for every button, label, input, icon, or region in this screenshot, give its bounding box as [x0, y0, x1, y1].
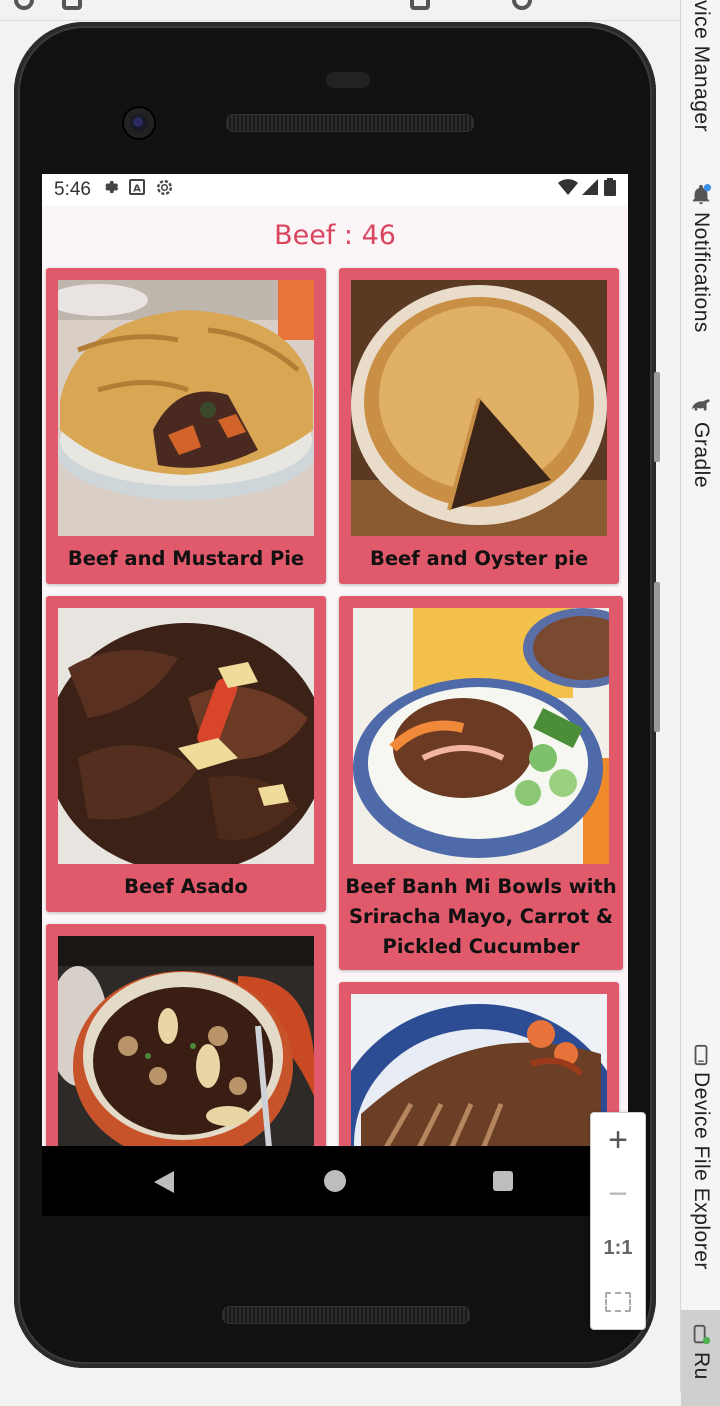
status-time: 5:46 [54, 179, 91, 200]
svg-text:A: A [133, 184, 141, 195]
top-slot [326, 72, 370, 88]
app-screen: 5:46 A Beef : 46 Beef and Mustard Pie Be… [42, 174, 628, 1146]
casserole-photo [58, 936, 314, 1146]
notifications-tab[interactable]: Notifications [681, 184, 720, 333]
gradle-tab[interactable]: Gradle [681, 394, 720, 488]
phone-icon [694, 1044, 708, 1066]
actual-size-button[interactable]: 1:1 [591, 1221, 645, 1275]
ide-tool-window-bar: vice Manager Notifications Gradle Device… [680, 0, 720, 1406]
android-nav-bar [42, 1146, 628, 1216]
bottom-speaker [222, 1306, 470, 1324]
front-camera-icon [124, 108, 154, 138]
signal-icon [582, 179, 600, 201]
gradle-icon [691, 399, 710, 411]
meal-card[interactable]: Beef Asado [46, 596, 326, 912]
recents-icon[interactable] [493, 1171, 513, 1191]
emulator-toolbar [0, 0, 680, 21]
power-icon[interactable] [14, 0, 34, 10]
pie-slice-photo [351, 280, 607, 536]
a-icon: A [128, 179, 145, 201]
wifi-icon [558, 179, 578, 201]
device-file-explorer-label: Device File Explorer [690, 1072, 713, 1270]
meal-card[interactable]: Beef and Mustard Pie [46, 268, 326, 584]
meal-card[interactable] [46, 924, 326, 1146]
earpiece-speaker [226, 114, 474, 132]
battery-icon [604, 178, 616, 202]
zoom-in-button[interactable]: + [591, 1113, 645, 1167]
volume-icon[interactable] [62, 0, 82, 10]
device-file-explorer-tab[interactable]: Device File Explorer [681, 1044, 720, 1270]
meal-card[interactable]: Beef and Oyster pie [339, 268, 619, 584]
device-manager-tab[interactable]: vice Manager [681, 0, 720, 132]
fit-screen-icon [605, 1292, 631, 1312]
settings-icon [155, 178, 174, 203]
meal-card[interactable]: Beef Banh Mi Bowls with Sriracha Mayo, C… [339, 596, 623, 970]
notifications-label: Notifications [690, 212, 713, 333]
rotate-icon[interactable] [512, 0, 532, 10]
meal-name: Beef Banh Mi Bowls with Sriracha Mayo, C… [345, 875, 617, 958]
bell-icon [692, 184, 712, 205]
page-title: Beef : 46 [274, 220, 396, 251]
home-icon[interactable] [324, 1170, 346, 1192]
running-device-icon [693, 1324, 711, 1345]
pie-photo [58, 280, 314, 536]
fit-screen-button[interactable] [591, 1275, 645, 1329]
device-manager-label: vice Manager [690, 0, 713, 133]
screenshot-icon[interactable] [410, 0, 430, 10]
meal-name: Beef Asado [124, 875, 248, 898]
meal-name: Beef and Mustard Pie [67, 547, 305, 570]
zoom-out-button[interactable]: − [591, 1167, 645, 1221]
gear-icon [101, 178, 119, 202]
status-bar: 5:46 A [42, 174, 628, 206]
back-icon[interactable] [154, 1171, 174, 1193]
brisket-photo [351, 994, 607, 1146]
volume-rocker[interactable] [654, 582, 660, 732]
gradle-label: Gradle [690, 422, 713, 489]
meal-name: Beef and Oyster pie [369, 547, 589, 570]
zoom-controls: + − 1:1 [590, 1112, 646, 1330]
meal-card[interactable] [339, 982, 619, 1146]
stew-photo [58, 608, 314, 864]
power-button[interactable] [654, 372, 660, 462]
rice-bowl-photo [353, 608, 609, 864]
running-devices-label: Ru [690, 1352, 713, 1380]
